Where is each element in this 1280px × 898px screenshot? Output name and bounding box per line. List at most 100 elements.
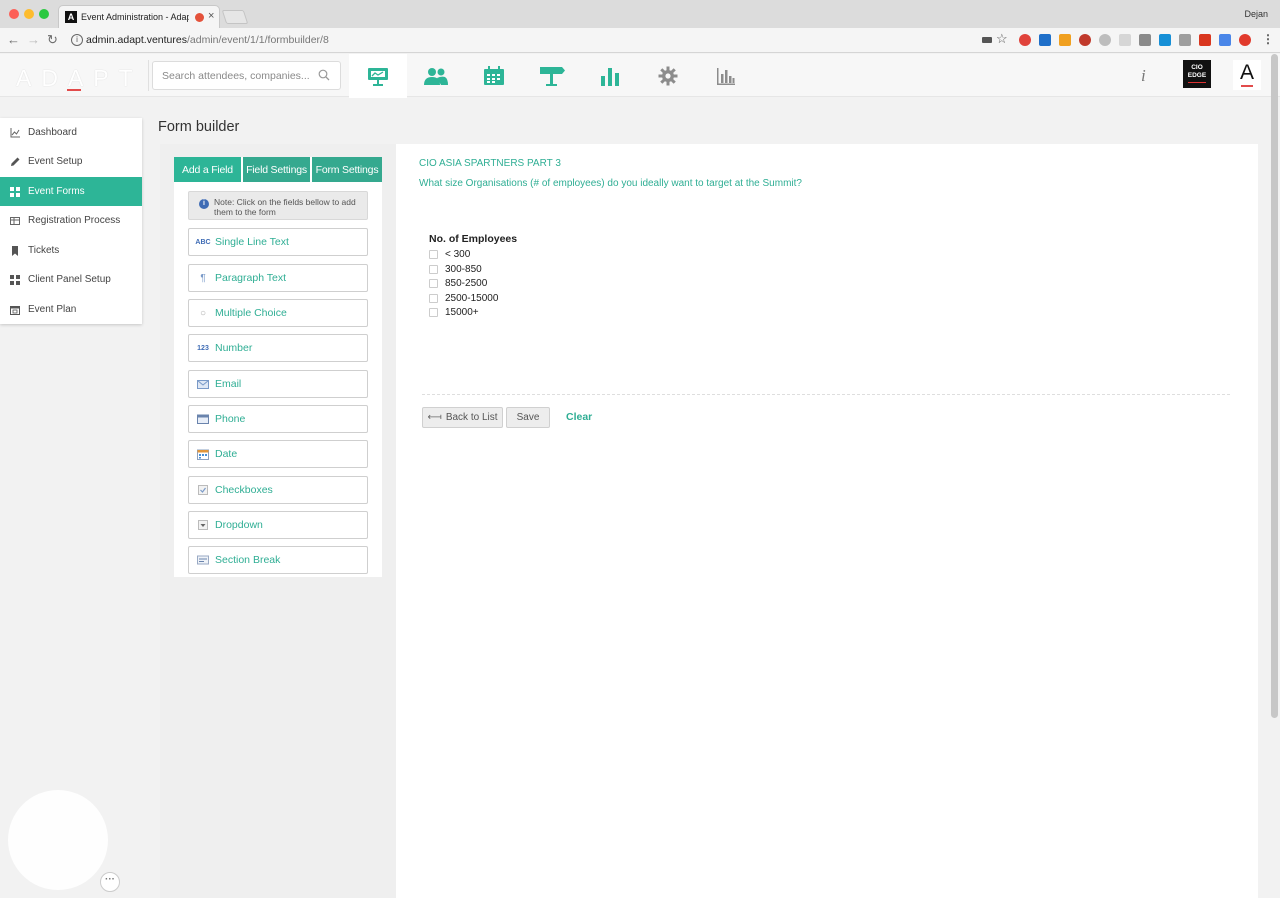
option-checkbox[interactable]	[429, 293, 438, 303]
field-number-button[interactable]: 123 Number	[188, 334, 368, 362]
option-row[interactable]: 850-2500	[429, 277, 487, 289]
field-phone-button[interactable]: Phone	[188, 405, 368, 433]
browser-tab[interactable]: A Event Administration - Adap ×	[58, 5, 220, 28]
site-info-icon[interactable]: i	[71, 34, 83, 46]
sidebar-item-label: Event Forms	[28, 186, 85, 197]
option-checkbox[interactable]	[429, 307, 438, 317]
sidebar-item-label: Event Plan	[28, 304, 77, 315]
browser-menu-icon[interactable]: ⋮	[1262, 33, 1274, 45]
calendar-icon	[196, 448, 210, 460]
url-field[interactable]: admin.adapt.ventures/admin/event/1/1/for…	[86, 34, 329, 46]
form-title[interactable]: CIO ASIA SPARTNERS PART 3	[419, 158, 561, 169]
option-checkbox[interactable]	[429, 264, 438, 274]
extension-cloud-icon[interactable]	[1099, 34, 1111, 46]
sidebar-item-client-panel-setup[interactable]: Client Panel Setup	[0, 265, 142, 294]
option-checkbox[interactable]	[429, 249, 438, 259]
extension-page-icon[interactable]	[1139, 34, 1151, 46]
close-window-button[interactable]	[9, 9, 19, 19]
option-row[interactable]: 300-850	[429, 263, 482, 275]
gear-icon[interactable]	[639, 54, 697, 97]
tab-form-settings[interactable]: Form Settings	[312, 157, 382, 182]
maximize-window-button[interactable]	[39, 9, 49, 19]
back-to-list-button[interactable]: ⟻ Back to List	[422, 407, 503, 428]
extension-grey-icon[interactable]	[1119, 34, 1131, 46]
sidebar-item-dashboard[interactable]: Dashboard	[0, 118, 142, 147]
extension-blue-icon[interactable]	[1159, 34, 1171, 46]
presentation-icon[interactable]	[349, 54, 407, 98]
avatar[interactable]: A	[1233, 60, 1261, 90]
search-icon[interactable]	[318, 69, 330, 81]
field-label: Paragraph Text	[215, 272, 287, 284]
minimize-window-button[interactable]	[24, 9, 34, 19]
analytics-icon[interactable]	[697, 54, 755, 97]
page-title: Form builder	[158, 119, 240, 135]
extension-window-icon[interactable]	[1219, 34, 1231, 46]
profile-name[interactable]: Dejan	[1244, 9, 1268, 19]
extension-tool-icon[interactable]	[1179, 34, 1191, 46]
option-row[interactable]: 2500-15000	[429, 292, 498, 304]
forward-icon[interactable]: →	[27, 32, 40, 47]
sidebar-item-event-forms[interactable]: Event Forms	[0, 177, 142, 206]
tab-add-a-field[interactable]: Add a Field	[174, 157, 241, 182]
sidebar-item-registration-process[interactable]: Registration Process	[0, 206, 142, 235]
line-chart-icon	[10, 127, 20, 138]
extension-orange-icon[interactable]	[1059, 34, 1071, 46]
attendees-icon[interactable]	[407, 54, 465, 97]
field-date-button[interactable]: Date	[188, 440, 368, 468]
tab-close-icon[interactable]: ×	[208, 10, 214, 22]
clear-button[interactable]: Clear	[566, 411, 592, 423]
field-label: Single Line Text	[215, 236, 289, 248]
field-email-button[interactable]: Email	[188, 370, 368, 398]
search-input[interactable]	[152, 61, 341, 90]
browser-tabstrip: A Event Administration - Adap × Dejan	[0, 0, 1280, 28]
field-label: Email	[215, 378, 242, 390]
option-row[interactable]: < 300	[429, 248, 470, 260]
sidebar-item-tickets[interactable]: Tickets	[0, 236, 142, 265]
option-row[interactable]: 15000+	[429, 306, 479, 318]
sidebar-item-label: Tickets	[28, 245, 60, 256]
adapt-logo[interactable]: ADAPT	[16, 65, 143, 92]
option-label: 300-850	[445, 263, 482, 275]
field-paragraph-text-button[interactable]: ¶ Paragraph Text	[188, 264, 368, 292]
field-label-employees[interactable]: No. of Employees	[429, 233, 517, 245]
tab-field-settings[interactable]: Field Settings	[243, 157, 310, 182]
sidebar-item-event-setup[interactable]: Event Setup	[0, 147, 142, 176]
option-label: < 300	[445, 248, 471, 260]
calendar-icon[interactable]	[465, 54, 523, 97]
field-checkboxes-button[interactable]: Checkboxes	[188, 476, 368, 504]
tab-title: Event Administration - Adap	[81, 12, 189, 22]
back-icon[interactable]: ←	[7, 32, 20, 47]
builder-note-text: Note: Click on the fields bellow to add …	[214, 197, 356, 217]
chat-widget[interactable]	[8, 790, 108, 890]
extension-gmail-icon[interactable]	[1079, 34, 1091, 46]
form-preview-panel	[396, 144, 1258, 898]
save-button[interactable]: Save	[506, 407, 550, 428]
cio-edge-logo[interactable]: CIO EDGE	[1183, 60, 1211, 88]
field-multiple-choice-button[interactable]: ○ Multiple Choice	[188, 299, 368, 327]
camera-icon[interactable]	[982, 37, 992, 43]
field-label: Dropdown	[215, 519, 263, 531]
option-label: 15000+	[445, 306, 479, 318]
extension-stop-icon[interactable]	[1239, 34, 1251, 46]
field-label: Number	[215, 342, 253, 354]
field-section-break-button[interactable]: Section Break	[188, 546, 368, 574]
scrollbar[interactable]	[1271, 54, 1278, 718]
extension-camera-icon[interactable]	[1199, 34, 1211, 46]
signpost-icon[interactable]	[523, 54, 581, 97]
text-abc-icon: ABC	[195, 238, 211, 246]
option-checkbox[interactable]	[429, 278, 438, 288]
reload-icon[interactable]: ↻	[47, 32, 58, 48]
sidebar-item-event-plan[interactable]: Event Plan	[0, 295, 142, 324]
bookmark-star-icon[interactable]: ☆	[996, 31, 1008, 47]
bar-chart-icon[interactable]	[581, 54, 639, 97]
form-divider	[422, 394, 1230, 395]
form-question[interactable]: What size Organisations (# of employees)…	[419, 178, 802, 189]
trello-icon[interactable]	[1039, 34, 1051, 46]
extension-red-icon[interactable]	[1019, 34, 1031, 46]
new-tab-button[interactable]	[221, 10, 249, 24]
more-icon[interactable]: ···	[100, 872, 120, 892]
dropdown-icon	[196, 519, 210, 531]
field-dropdown-button[interactable]: Dropdown	[188, 511, 368, 539]
info-icon[interactable]: i	[1141, 66, 1146, 86]
field-single-line-text-button[interactable]: ABC Single Line Text	[188, 228, 368, 256]
